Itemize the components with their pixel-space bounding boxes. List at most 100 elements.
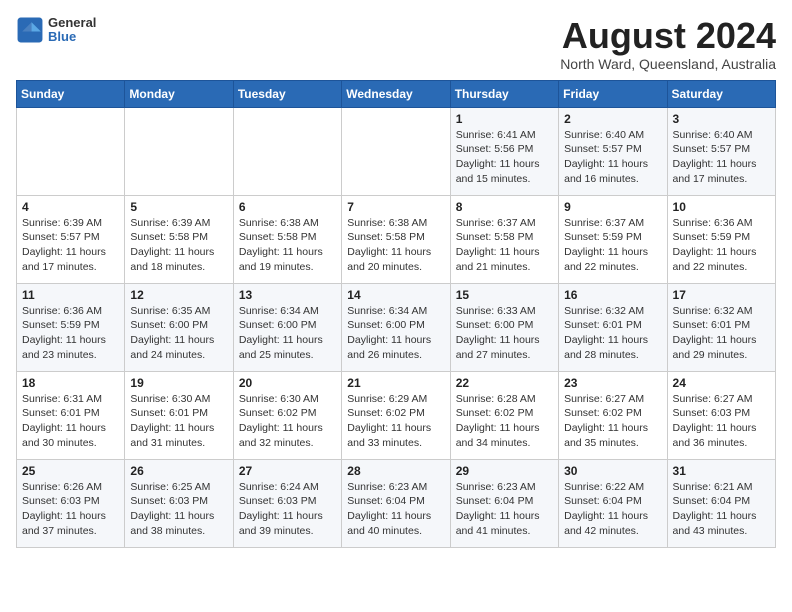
calendar-header-tuesday: Tuesday (233, 80, 341, 107)
calendar-cell: 13 Sunrise: 6:34 AM Sunset: 6:00 PM Dayli… (233, 283, 341, 371)
calendar-week-row: 1Sunrise: 6:41 AM Sunset: 5:56 PM Daylig… (17, 107, 776, 195)
day-number: 25 (22, 464, 119, 478)
calendar-cell: 27 Sunrise: 6:24 AM Sunset: 6:03 PM Dayli… (233, 459, 341, 547)
logo-text: General Blue (48, 16, 96, 45)
calendar-cell: 7 Sunrise: 6:38 AM Sunset: 5:58 PM Daylig… (342, 195, 450, 283)
day-number: 19 (130, 376, 227, 390)
calendar-cell: 12Sunrise: 6:35 AM Sunset: 6:00 PM Dayli… (125, 283, 233, 371)
calendar-cell: 22 Sunrise: 6:28 AM Sunset: 6:02 PM Dayli… (450, 371, 558, 459)
day-info: Sunrise: 6:28 AM Sunset: 6:02 PM Dayligh… (456, 392, 553, 451)
day-number: 23 (564, 376, 661, 390)
day-info: Sunrise: 6:34 AM Sunset: 6:00 PM Dayligh… (347, 304, 444, 363)
day-info: Sunrise: 6:40 AM Sunset: 5:57 PM Dayligh… (564, 128, 661, 187)
day-info: Sunrise: 6:27 AM Sunset: 6:02 PM Dayligh… (564, 392, 661, 451)
calendar-header-saturday: Saturday (667, 80, 775, 107)
day-number: 13 (239, 288, 336, 302)
calendar-week-row: 25Sunrise: 6:26 AM Sunset: 6:03 PM Dayli… (17, 459, 776, 547)
calendar-table: SundayMondayTuesdayWednesdayThursdayFrid… (16, 80, 776, 548)
day-info: Sunrise: 6:39 AM Sunset: 5:58 PM Dayligh… (130, 216, 227, 275)
day-info: Sunrise: 6:33 AM Sunset: 6:00 PM Dayligh… (456, 304, 553, 363)
calendar-cell (125, 107, 233, 195)
calendar-cell: 2 Sunrise: 6:40 AM Sunset: 5:57 PM Daylig… (559, 107, 667, 195)
day-info: Sunrise: 6:22 AM Sunset: 6:04 PM Dayligh… (564, 480, 661, 539)
day-number: 20 (239, 376, 336, 390)
calendar-week-row: 18 Sunrise: 6:31 AM Sunset: 6:01 PM Dayli… (17, 371, 776, 459)
day-info: Sunrise: 6:34 AM Sunset: 6:00 PM Dayligh… (239, 304, 336, 363)
calendar-cell: 25Sunrise: 6:26 AM Sunset: 6:03 PM Dayli… (17, 459, 125, 547)
calendar-cell: 16 Sunrise: 6:32 AM Sunset: 6:01 PM Dayli… (559, 283, 667, 371)
day-number: 30 (564, 464, 661, 478)
day-number: 5 (130, 200, 227, 214)
day-info: Sunrise: 6:29 AM Sunset: 6:02 PM Dayligh… (347, 392, 444, 451)
calendar-cell: 5 Sunrise: 6:39 AM Sunset: 5:58 PM Daylig… (125, 195, 233, 283)
calendar-header-monday: Monday (125, 80, 233, 107)
day-number: 18 (22, 376, 119, 390)
day-info: Sunrise: 6:35 AM Sunset: 6:00 PM Dayligh… (130, 304, 227, 363)
day-info: Sunrise: 6:32 AM Sunset: 6:01 PM Dayligh… (564, 304, 661, 363)
calendar-cell: 17 Sunrise: 6:32 AM Sunset: 6:01 PM Dayli… (667, 283, 775, 371)
day-number: 7 (347, 200, 444, 214)
page-header: General Blue August 2024 North Ward, Que… (16, 16, 776, 72)
day-number: 16 (564, 288, 661, 302)
calendar-cell: 23 Sunrise: 6:27 AM Sunset: 6:02 PM Dayli… (559, 371, 667, 459)
day-info: Sunrise: 6:39 AM Sunset: 5:57 PM Dayligh… (22, 216, 119, 275)
day-number: 21 (347, 376, 444, 390)
day-info: Sunrise: 6:21 AM Sunset: 6:04 PM Dayligh… (673, 480, 770, 539)
day-number: 28 (347, 464, 444, 478)
calendar-cell: 29Sunrise: 6:23 AM Sunset: 6:04 PM Dayli… (450, 459, 558, 547)
day-info: Sunrise: 6:23 AM Sunset: 6:04 PM Dayligh… (347, 480, 444, 539)
calendar-cell: 28 Sunrise: 6:23 AM Sunset: 6:04 PM Dayli… (342, 459, 450, 547)
day-number: 24 (673, 376, 770, 390)
calendar-cell: 4Sunrise: 6:39 AM Sunset: 5:57 PM Daylig… (17, 195, 125, 283)
calendar-cell: 24 Sunrise: 6:27 AM Sunset: 6:03 PM Dayli… (667, 371, 775, 459)
day-number: 14 (347, 288, 444, 302)
calendar-cell: 26 Sunrise: 6:25 AM Sunset: 6:03 PM Dayli… (125, 459, 233, 547)
day-number: 2 (564, 112, 661, 126)
calendar-cell: 11 Sunrise: 6:36 AM Sunset: 5:59 PM Dayli… (17, 283, 125, 371)
logo: General Blue (16, 16, 96, 45)
day-number: 22 (456, 376, 553, 390)
calendar-cell: 19 Sunrise: 6:30 AM Sunset: 6:01 PM Dayli… (125, 371, 233, 459)
logo-icon (16, 16, 44, 44)
day-info: Sunrise: 6:38 AM Sunset: 5:58 PM Dayligh… (347, 216, 444, 275)
calendar-cell: 8Sunrise: 6:37 AM Sunset: 5:58 PM Daylig… (450, 195, 558, 283)
calendar-cell: 3Sunrise: 6:40 AM Sunset: 5:57 PM Daylig… (667, 107, 775, 195)
calendar-cell: 21 Sunrise: 6:29 AM Sunset: 6:02 PM Dayli… (342, 371, 450, 459)
day-info: Sunrise: 6:30 AM Sunset: 6:02 PM Dayligh… (239, 392, 336, 451)
calendar-cell: 6Sunrise: 6:38 AM Sunset: 5:58 PM Daylig… (233, 195, 341, 283)
day-number: 29 (456, 464, 553, 478)
day-info: Sunrise: 6:24 AM Sunset: 6:03 PM Dayligh… (239, 480, 336, 539)
day-number: 31 (673, 464, 770, 478)
day-info: Sunrise: 6:36 AM Sunset: 5:59 PM Dayligh… (22, 304, 119, 363)
logo-blue: Blue (48, 30, 96, 44)
day-info: Sunrise: 6:32 AM Sunset: 6:01 PM Dayligh… (673, 304, 770, 363)
calendar-cell: 14 Sunrise: 6:34 AM Sunset: 6:00 PM Dayli… (342, 283, 450, 371)
day-number: 27 (239, 464, 336, 478)
day-number: 10 (673, 200, 770, 214)
day-number: 26 (130, 464, 227, 478)
calendar-header-friday: Friday (559, 80, 667, 107)
day-info: Sunrise: 6:37 AM Sunset: 5:58 PM Dayligh… (456, 216, 553, 275)
calendar-cell (17, 107, 125, 195)
day-info: Sunrise: 6:30 AM Sunset: 6:01 PM Dayligh… (130, 392, 227, 451)
day-info: Sunrise: 6:38 AM Sunset: 5:58 PM Dayligh… (239, 216, 336, 275)
calendar-header-thursday: Thursday (450, 80, 558, 107)
calendar-header-row: SundayMondayTuesdayWednesdayThursdayFrid… (17, 80, 776, 107)
day-number: 11 (22, 288, 119, 302)
day-number: 15 (456, 288, 553, 302)
day-info: Sunrise: 6:25 AM Sunset: 6:03 PM Dayligh… (130, 480, 227, 539)
calendar-cell: 18 Sunrise: 6:31 AM Sunset: 6:01 PM Dayli… (17, 371, 125, 459)
calendar-cell: 15 Sunrise: 6:33 AM Sunset: 6:00 PM Dayli… (450, 283, 558, 371)
day-info: Sunrise: 6:31 AM Sunset: 6:01 PM Dayligh… (22, 392, 119, 451)
day-number: 17 (673, 288, 770, 302)
calendar-week-row: 4Sunrise: 6:39 AM Sunset: 5:57 PM Daylig… (17, 195, 776, 283)
calendar-week-row: 11 Sunrise: 6:36 AM Sunset: 5:59 PM Dayli… (17, 283, 776, 371)
calendar-header-wednesday: Wednesday (342, 80, 450, 107)
calendar-cell (233, 107, 341, 195)
day-info: Sunrise: 6:36 AM Sunset: 5:59 PM Dayligh… (673, 216, 770, 275)
day-number: 3 (673, 112, 770, 126)
calendar-cell: 1Sunrise: 6:41 AM Sunset: 5:56 PM Daylig… (450, 107, 558, 195)
title-area: August 2024 North Ward, Queensland, Aust… (560, 16, 776, 72)
day-number: 1 (456, 112, 553, 126)
day-info: Sunrise: 6:27 AM Sunset: 6:03 PM Dayligh… (673, 392, 770, 451)
